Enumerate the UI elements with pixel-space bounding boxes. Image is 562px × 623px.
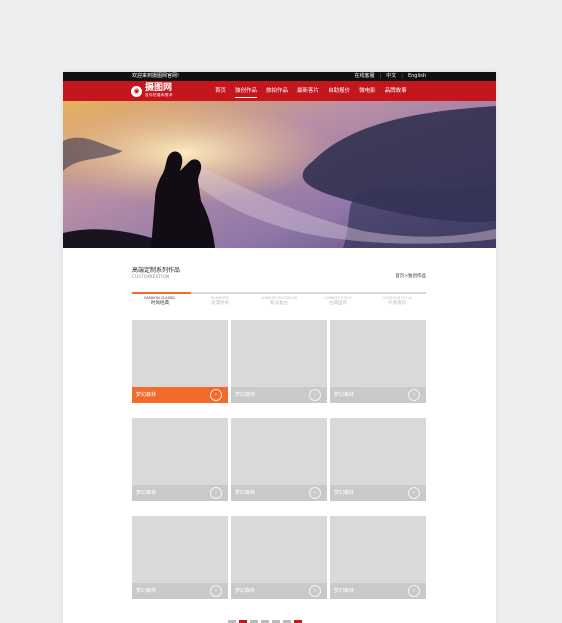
arrow-right-icon[interactable]: ›	[408, 487, 420, 499]
section-header: 高端定制系列作品 CUSTOMIZATION 首页>独创作品	[132, 265, 426, 290]
tab-cn-label: 外景清新	[388, 301, 406, 306]
arrow-right-icon[interactable]: ›	[309, 389, 321, 401]
tab-outdoor-style[interactable]: OUTDOOR STYLE 外景清新	[369, 296, 425, 307]
banner-image	[63, 101, 496, 248]
nav-item-micro-film[interactable]: 微电影	[359, 81, 376, 101]
separator: |	[379, 73, 382, 79]
card-title: 梦幻森林	[235, 490, 256, 496]
card-title: 梦幻森林	[136, 490, 157, 496]
section-title: 高端定制系列作品	[132, 267, 181, 274]
work-card[interactable]: 梦幻森林 ›	[231, 320, 327, 403]
nav-menu: 首页 独创作品 旅拍作品 最新客片 自助报价 微电影 品牌故事	[215, 81, 416, 101]
arrow-right-icon[interactable]: ›	[210, 585, 222, 597]
work-card[interactable]: 梦幻森林 ›	[132, 516, 228, 599]
lang-en-link[interactable]: English	[408, 72, 426, 81]
nav-item-brand-story[interactable]: 品牌故事	[385, 81, 407, 101]
card-caption-bar: 梦幻森林 ›	[330, 583, 426, 599]
card-caption-bar: 梦幻森林 ›	[132, 387, 228, 403]
brand-tagline: 放你拍摄和需求	[145, 93, 173, 97]
section-subtitle: CUSTOMIZATION	[132, 274, 170, 279]
logo-text: 摄图网 放你拍摄和需求	[145, 84, 173, 98]
work-card[interactable]: 梦幻森林 ›	[231, 516, 327, 599]
card-title: 梦幻森林	[334, 588, 355, 594]
top-bar: 欢迎来到摄图网官网! 在线客服 | 中文 | English	[63, 72, 496, 81]
card-title: 梦幻森林	[235, 588, 256, 594]
main-navbar: ◉ 摄图网 放你拍摄和需求 首页 独创作品 旅拍作品 最新客片 自助报价 微电影…	[63, 81, 496, 101]
card-caption-bar: 梦幻森林 ›	[231, 583, 327, 599]
arrow-right-icon[interactable]: ›	[408, 585, 420, 597]
tab-fashion-classic[interactable]: FASHION CLASSIC 时尚经典	[132, 296, 188, 307]
hero-banner	[63, 101, 496, 248]
tab-cn-label: 古典国风	[329, 301, 347, 306]
card-caption-bar: 梦幻森林 ›	[231, 387, 327, 403]
tab-romantic[interactable]: ROMANTIC 浪漫时尚	[192, 296, 248, 307]
work-card[interactable]: 梦幻森林 ›	[330, 516, 426, 599]
work-card[interactable]: 梦幻森林 ›	[132, 320, 228, 403]
card-title: 梦幻森林	[334, 392, 355, 398]
card-caption-bar: 梦幻森林 ›	[231, 485, 327, 501]
work-card[interactable]: 梦幻森林 ›	[132, 418, 228, 501]
top-links: 在线客服 | 中文 | English	[355, 72, 426, 81]
work-card[interactable]: 梦幻森林 ›	[231, 418, 327, 501]
tab-cn-label: 新派复古	[270, 301, 288, 306]
online-service-link[interactable]: 在线客服	[355, 72, 375, 81]
tab-cn-label: 浪漫时尚	[211, 301, 229, 306]
tab-chinese-style[interactable]: CHINESE STYLE 古典国风	[310, 296, 366, 307]
tab-cn-label: 时尚经典	[151, 301, 169, 306]
nav-item-travel-photos[interactable]: 旅拍作品	[266, 81, 288, 101]
work-card[interactable]: 梦幻森林 ›	[330, 418, 426, 501]
arrow-right-icon[interactable]: ›	[210, 389, 222, 401]
nav-item-quote[interactable]: 自助报价	[328, 81, 350, 101]
welcome-text: 欢迎来到摄图网官网!	[132, 73, 180, 79]
arrow-right-icon[interactable]: ›	[408, 389, 420, 401]
lang-cn-link[interactable]: 中文	[386, 72, 396, 81]
breadcrumb[interactable]: 首页>独创作品	[395, 273, 426, 279]
card-caption-bar: 梦幻森林 ›	[132, 583, 228, 599]
card-title: 梦幻森林	[235, 392, 256, 398]
nav-item-home[interactable]: 首页	[215, 81, 226, 101]
nav-item-original-works[interactable]: 独创作品	[235, 81, 258, 101]
card-caption-bar: 梦幻森林 ›	[132, 485, 228, 501]
page-container: 欢迎来到摄图网官网! 在线客服 | 中文 | English ◉ 摄图网 放你拍…	[63, 72, 496, 623]
tab-chinese-nostalgia[interactable]: CHINESE NOSTALGIA 新派复古	[251, 296, 307, 307]
separator: |	[401, 73, 403, 79]
brand-name: 摄图网	[145, 83, 173, 93]
camera-icon: ◉	[131, 85, 142, 97]
work-card[interactable]: 梦幻森林 ›	[330, 320, 426, 403]
card-title: 梦幻森林	[334, 490, 355, 496]
nav-item-latest-clients[interactable]: 最新客片	[297, 81, 319, 101]
arrow-right-icon[interactable]: ›	[309, 585, 321, 597]
card-title: 梦幻森林	[136, 588, 157, 594]
arrow-right-icon[interactable]: ›	[309, 487, 321, 499]
logo[interactable]: ◉ 摄图网 放你拍摄和需求	[131, 83, 173, 99]
arrow-right-icon[interactable]: ›	[210, 487, 222, 499]
card-title: 梦幻森林	[136, 392, 157, 398]
card-caption-bar: 梦幻森林 ›	[330, 485, 426, 501]
active-tab-indicator	[132, 292, 191, 294]
category-tabs: FASHION CLASSIC 时尚经典 ROMANTIC 浪漫时尚 CHINE…	[132, 292, 426, 314]
card-caption-bar: 梦幻森林 ›	[330, 387, 426, 403]
